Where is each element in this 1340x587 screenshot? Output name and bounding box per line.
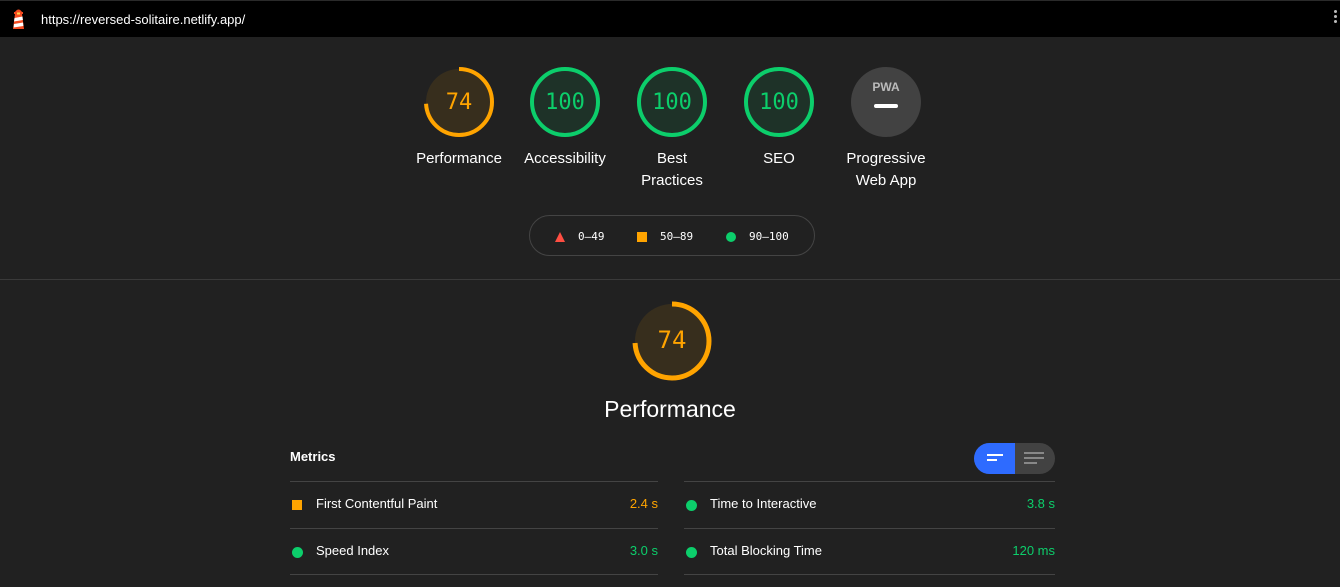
more-options-icon[interactable]	[1334, 10, 1338, 25]
metric-divider	[290, 528, 658, 529]
score-legend: 0–49 50–89 90–100	[529, 215, 815, 256]
gauge-score: 100	[759, 90, 799, 115]
metric-divider	[290, 574, 658, 575]
metric-name: Total Blocking Time	[710, 543, 822, 558]
metric-value: 120 ms	[1012, 543, 1055, 558]
metrics-heading: Metrics	[290, 449, 336, 464]
gauge-accessibility[interactable]: 100 Accessibility	[524, 66, 606, 170]
circle-icon	[726, 231, 736, 242]
metric-value: 3.8 s	[1026, 496, 1055, 511]
top-bar: https://reversed-solitaire.netlify.app/	[0, 0, 1340, 37]
metric-value: 2.4 s	[629, 496, 658, 511]
gauge-score: 74	[657, 326, 687, 354]
legend-range: 0–49	[578, 230, 605, 243]
gauge-label: Best Practices	[641, 150, 703, 189]
metric-name: First Contentful Paint	[316, 496, 438, 511]
metric-name: Speed Index	[316, 543, 390, 558]
metric-divider	[684, 481, 1055, 482]
performance-gauge-large: 74	[631, 300, 713, 382]
legend-range: 90–100	[749, 230, 789, 243]
gauge-label: Performance	[416, 150, 502, 167]
circle-icon	[686, 500, 697, 511]
metric-name: Time to Interactive	[710, 496, 817, 511]
metric-row: Speed Index 3.0 s	[290, 542, 658, 562]
page-url[interactable]: https://reversed-solitaire.netlify.app/	[41, 12, 245, 27]
gauge-score: 100	[545, 90, 585, 115]
pwa-badge-text: PWA	[872, 80, 900, 94]
expanded-view-button[interactable]	[1015, 443, 1055, 474]
gauge-seo[interactable]: 100 SEO	[739, 66, 819, 170]
legend-item-fail: 0–49	[554, 230, 605, 243]
metric-row: Total Blocking Time 120 ms	[684, 542, 1055, 562]
section-divider	[0, 279, 1340, 280]
gauge-score: 100	[652, 90, 692, 115]
metric-row: First Contentful Paint 2.4 s	[290, 495, 658, 515]
metric-divider	[684, 574, 1055, 575]
gauge-best-practices[interactable]: 100 Best Practices	[632, 66, 712, 192]
metrics-view-toggle[interactable]	[974, 443, 1055, 474]
gauge-ring: PWA	[851, 67, 921, 137]
circle-icon	[686, 547, 697, 558]
metric-value: 3.0 s	[629, 543, 658, 558]
gauge-label: SEO	[763, 150, 795, 167]
metric-divider	[290, 481, 658, 482]
metric-row: Time to Interactive 3.8 s	[684, 495, 1055, 515]
lighthouse-logo-icon	[13, 9, 24, 29]
triangle-icon	[555, 231, 565, 242]
gauge-score: 74	[445, 90, 473, 115]
square-icon	[637, 231, 647, 242]
category-title: Performance	[604, 396, 736, 422]
metric-divider	[684, 528, 1055, 529]
pwa-dash-icon	[874, 104, 898, 108]
gauge-label: Accessibility	[524, 150, 606, 167]
gauge-progressive-web-app[interactable]: PWA Progressive Web App	[846, 66, 926, 192]
square-icon	[292, 500, 302, 510]
compact-view-button[interactable]	[974, 443, 1015, 474]
legend-item-average: 50–89	[636, 230, 693, 243]
gauge-label: Progressive Web App	[846, 150, 926, 189]
legend-item-pass: 90–100	[725, 230, 789, 243]
gauge-performance[interactable]: 74 Performance	[416, 66, 502, 170]
circle-icon	[292, 547, 303, 558]
legend-range: 50–89	[660, 230, 694, 243]
